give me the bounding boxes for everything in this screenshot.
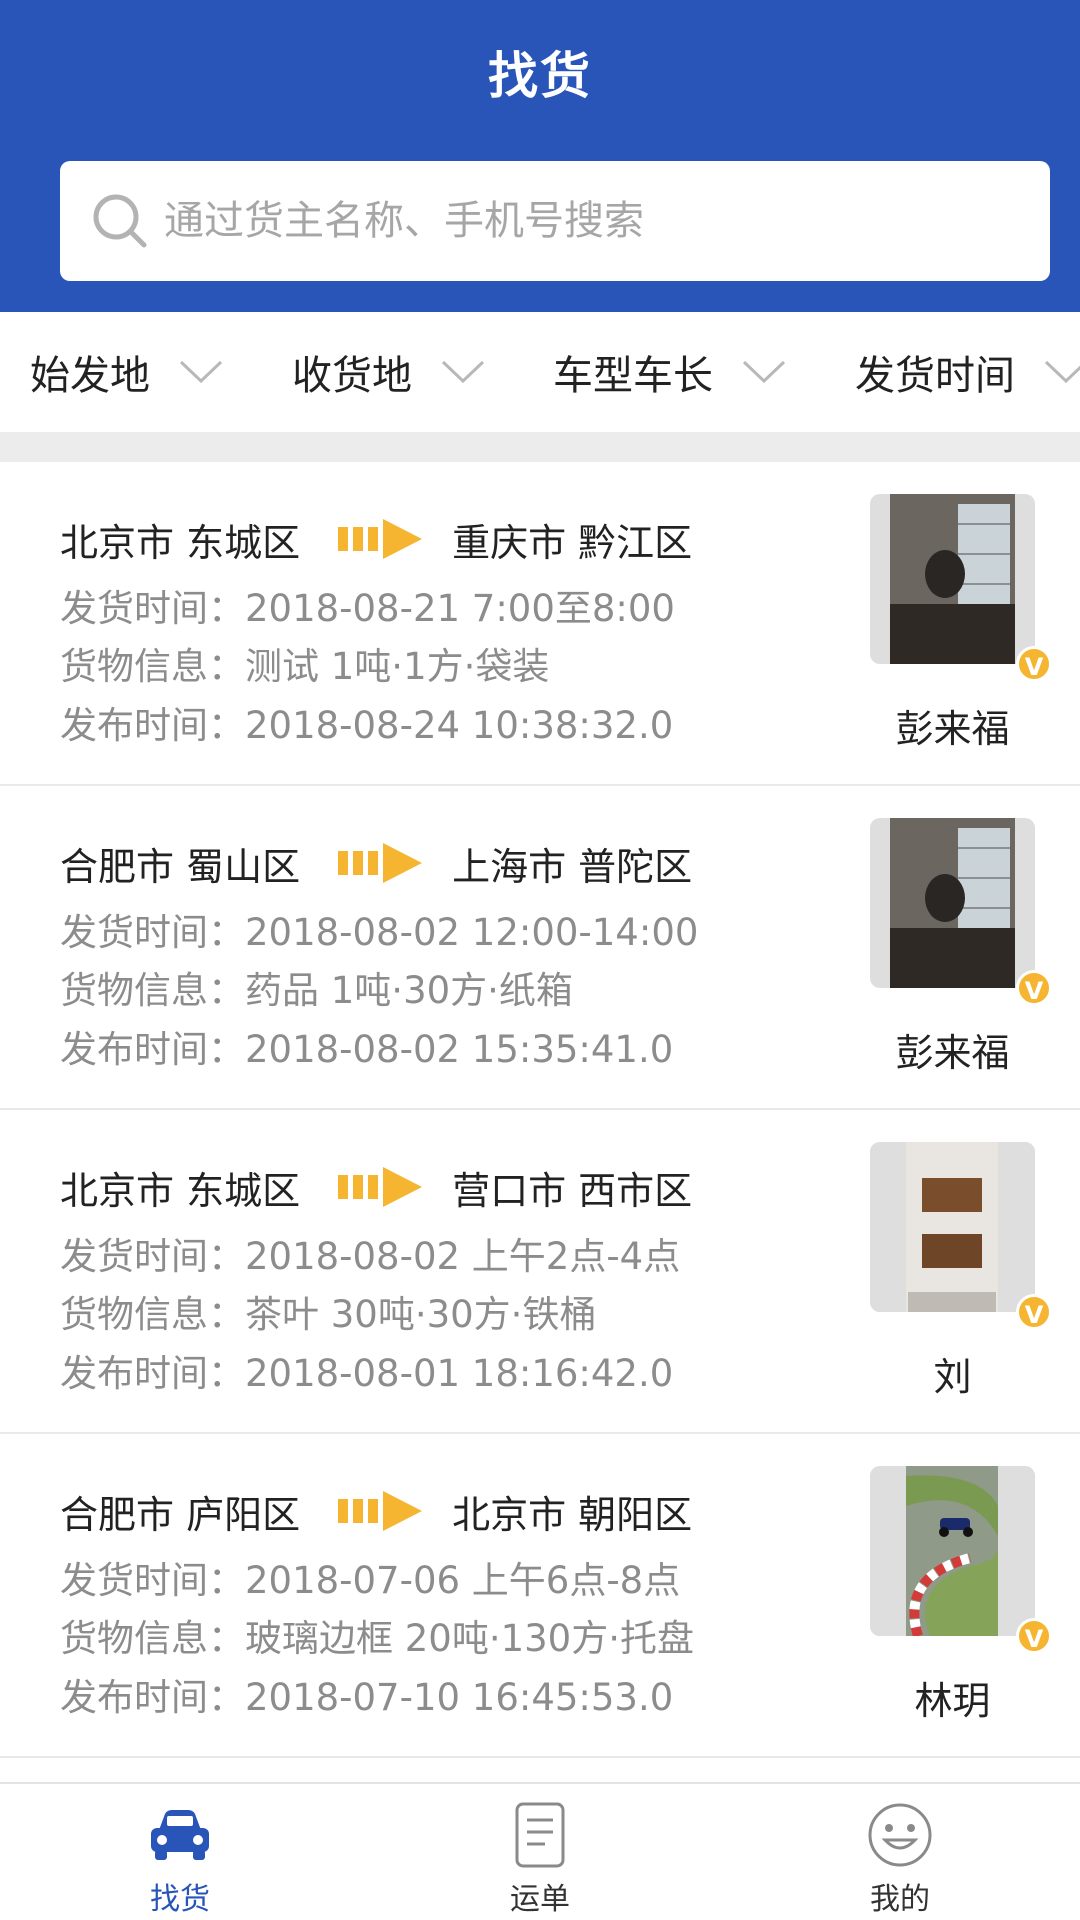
- publish-time: 发布时间：2018-08-01 18:16:42.0: [60, 1352, 674, 1395]
- publish-time: 发布时间：2018-08-02 15:35:41.0: [60, 1028, 674, 1071]
- verified-badge: V: [1016, 970, 1052, 1006]
- filter-label: 发货时间: [855, 353, 1015, 399]
- owner-avatar[interactable]: [870, 818, 1035, 988]
- origin: 合肥市 庐阳区: [60, 1492, 301, 1537]
- verified-badge: V: [1016, 1618, 1052, 1654]
- nav-label: 我的: [870, 1882, 930, 1917]
- nav-find-cargo[interactable]: 找货: [0, 1784, 360, 1920]
- filter-label: 收货地: [292, 353, 412, 399]
- route: 北京市 东城区 重庆市 黔江区: [60, 514, 693, 565]
- chevron-down-icon: [441, 360, 485, 384]
- arrow-right-icon: [338, 843, 423, 883]
- route: 北京市 东城区 营口市 西市区: [60, 1162, 693, 1213]
- search-bar[interactable]: [60, 161, 1050, 281]
- cargo-info: 货物信息：茶叶 30吨·30方·铁桶: [60, 1293, 597, 1336]
- nav-mine[interactable]: 我的: [720, 1784, 1080, 1920]
- arrow-right-icon: [338, 1491, 423, 1531]
- arrow-right-icon: [338, 1167, 423, 1207]
- filter-label: 始发地: [30, 353, 150, 399]
- publish-time: 发布时间：2018-08-24 10:38:32.0: [60, 704, 674, 747]
- filter-label: 车型车长: [553, 353, 713, 399]
- bottom-nav: 找货 运单 我的: [0, 1782, 1080, 1920]
- route: 合肥市 蜀山区 上海市 普陀区: [60, 838, 693, 889]
- owner-name: 刘: [933, 1355, 972, 1399]
- cargo-info: 货物信息：测试 1吨·1方·袋装: [60, 645, 550, 688]
- destination: 营口市 西市区: [452, 1168, 693, 1213]
- owner-name: 彭来福: [895, 707, 1010, 751]
- cargo-card[interactable]: 合肥市 蜀山区 上海市 普陀区 发货时间：2018-08-02 12:00-14…: [0, 786, 1080, 1110]
- divider: [0, 432, 1080, 462]
- origin: 北京市 东城区: [60, 520, 301, 565]
- search-input[interactable]: [164, 198, 984, 244]
- chevron-down-icon: [179, 360, 223, 384]
- cargo-info: 货物信息：玻璃边框 20吨·130方·托盘: [60, 1617, 694, 1660]
- chevron-down-icon: [1044, 360, 1080, 384]
- destination: 上海市 普陀区: [452, 844, 693, 889]
- document-icon: [515, 1802, 565, 1868]
- filter-destination[interactable]: 收货地: [292, 312, 486, 432]
- verified-badge: V: [1016, 646, 1052, 682]
- cargo-card[interactable]: 合肥市 庐阳区 北京市 朝阳区 发货时间：2018-07-06 上午6点-8点 …: [0, 1434, 1080, 1758]
- cargo-info: 货物信息：药品 1吨·30方·纸箱: [60, 969, 573, 1012]
- ship-time: 发货时间：2018-08-02 上午2点-4点: [60, 1235, 681, 1278]
- filter-ship-time[interactable]: 发货时间: [855, 312, 1080, 432]
- owner-name: 彭来福: [895, 1031, 1010, 1075]
- app-header: 找货: [0, 0, 1080, 312]
- cargo-list: 北京市 东城区 重庆市 黔江区 发货时间：2018-08-21 7:00至8:0…: [0, 462, 1080, 1758]
- ship-time: 发货时间：2018-07-06 上午6点-8点: [60, 1559, 681, 1602]
- ship-time: 发货时间：2018-08-21 7:00至8:00: [60, 587, 675, 630]
- cargo-card[interactable]: 北京市 东城区 重庆市 黔江区 发货时间：2018-08-21 7:00至8:0…: [0, 462, 1080, 786]
- arrow-right-icon: [338, 519, 423, 559]
- filter-vehicle[interactable]: 车型车长: [553, 312, 787, 432]
- owner-name: 林玥: [914, 1679, 991, 1723]
- search-icon: [93, 194, 147, 248]
- origin: 北京市 东城区: [60, 1168, 301, 1213]
- nav-label: 运单: [510, 1882, 570, 1917]
- page-title: 找货: [488, 47, 592, 105]
- owner-avatar[interactable]: [870, 494, 1035, 664]
- smiley-icon: [868, 1803, 932, 1867]
- nav-label: 找货: [150, 1882, 210, 1917]
- destination: 重庆市 黔江区: [452, 520, 693, 565]
- route: 合肥市 庐阳区 北京市 朝阳区: [60, 1486, 693, 1537]
- car-icon: [151, 1810, 209, 1860]
- owner-avatar[interactable]: [870, 1142, 1035, 1312]
- origin: 合肥市 蜀山区: [60, 844, 301, 889]
- nav-waybill[interactable]: 运单: [360, 1784, 720, 1920]
- ship-time: 发货时间：2018-08-02 12:00-14:00: [60, 911, 699, 954]
- filter-bar: 始发地 收货地 车型车长 发货时间: [0, 312, 1080, 432]
- destination: 北京市 朝阳区: [452, 1492, 693, 1537]
- cargo-card[interactable]: 北京市 东城区 营口市 西市区 发货时间：2018-08-02 上午2点-4点 …: [0, 1110, 1080, 1434]
- verified-badge: V: [1016, 1294, 1052, 1330]
- chevron-down-icon: [742, 360, 786, 384]
- publish-time: 发布时间：2018-07-10 16:45:53.0: [60, 1676, 674, 1719]
- owner-avatar[interactable]: [870, 1466, 1035, 1636]
- filter-origin[interactable]: 始发地: [30, 312, 224, 432]
